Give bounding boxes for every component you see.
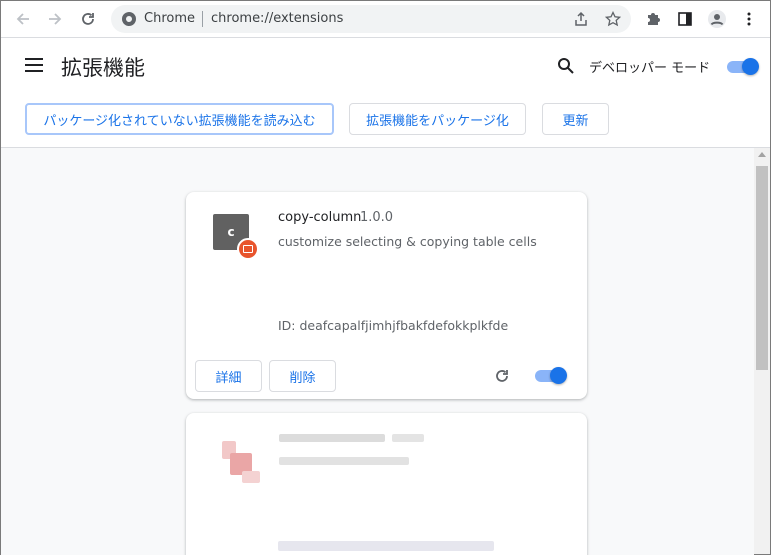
unpacked-badge-icon — [237, 238, 259, 260]
remove-button[interactable]: 削除 — [269, 360, 336, 392]
blurred-text — [279, 457, 409, 465]
scroll-up-arrow-icon[interactable] — [758, 152, 766, 157]
url-text: chrome://extensions — [211, 11, 344, 26]
developer-actions-bar: パッケージ化されていない拡張機能を読み込む 拡張機能をパッケージ化 更新 — [1, 95, 770, 148]
extensions-list: c copy-column 1.0.0 customize selecting … — [1, 148, 754, 555]
extension-description: customize selecting & copying table cell… — [278, 234, 537, 249]
side-panel-button[interactable] — [672, 6, 698, 32]
details-button[interactable]: 詳細 — [195, 360, 262, 392]
share-icon — [575, 11, 587, 26]
side-panel-icon — [678, 12, 692, 26]
scroll-thumb[interactable] — [756, 166, 768, 370]
extensions-header: 拡張機能 デベロッパー モード — [1, 38, 770, 95]
browser-toolbar: Chrome chrome://extensions — [1, 1, 770, 38]
blurred-text — [392, 434, 424, 442]
search-icon — [558, 58, 574, 74]
extension-card-blurred — [186, 413, 587, 555]
blurred-text — [279, 434, 385, 442]
bookmark-button[interactable] — [600, 6, 626, 32]
reload-extension-button[interactable] — [493, 367, 513, 387]
chrome-logo-icon — [122, 12, 136, 26]
reload-page-button[interactable] — [75, 6, 101, 32]
developer-mode-toggle[interactable] — [727, 58, 759, 75]
divider — [202, 11, 203, 27]
update-button[interactable]: 更新 — [542, 103, 609, 135]
reload-icon — [496, 370, 508, 382]
forward-button[interactable] — [42, 6, 68, 32]
extension-id: ID: deafcapalfjimhjfbakfdefokkplkfde — [278, 318, 509, 333]
more-vert-icon — [747, 12, 751, 26]
extension-version: 1.0.0 — [360, 210, 394, 225]
address-bar[interactable]: Chrome chrome://extensions — [111, 5, 631, 33]
blurred-text — [278, 541, 494, 551]
avatar-icon — [708, 10, 726, 28]
blurred-icon-part — [242, 471, 260, 483]
back-button[interactable] — [10, 6, 36, 32]
extensions-menu-button[interactable] — [640, 6, 666, 32]
chrome-menu-button[interactable] — [736, 6, 762, 32]
extension-card: c copy-column 1.0.0 customize selecting … — [186, 192, 587, 399]
extension-name: copy-column — [278, 210, 362, 225]
scrollbar[interactable] — [754, 148, 770, 554]
page-title: 拡張機能 — [61, 56, 145, 80]
menu-icon[interactable] — [25, 58, 43, 72]
puzzle-icon — [648, 13, 660, 25]
load-unpacked-button[interactable]: パッケージ化されていない拡張機能を読み込む — [25, 103, 334, 135]
search-button[interactable] — [556, 56, 576, 76]
profile-button[interactable] — [704, 6, 730, 32]
arrow-left-icon — [16, 13, 29, 25]
pack-extension-button[interactable]: 拡張機能をパッケージ化 — [349, 103, 526, 135]
arrow-right-icon — [49, 13, 62, 25]
site-name: Chrome — [144, 11, 195, 26]
share-button[interactable] — [568, 6, 594, 32]
reload-icon — [82, 13, 94, 25]
developer-mode-label: デベロッパー モード — [589, 61, 711, 76]
star-icon — [605, 11, 621, 27]
extension-enable-toggle[interactable] — [535, 367, 567, 384]
